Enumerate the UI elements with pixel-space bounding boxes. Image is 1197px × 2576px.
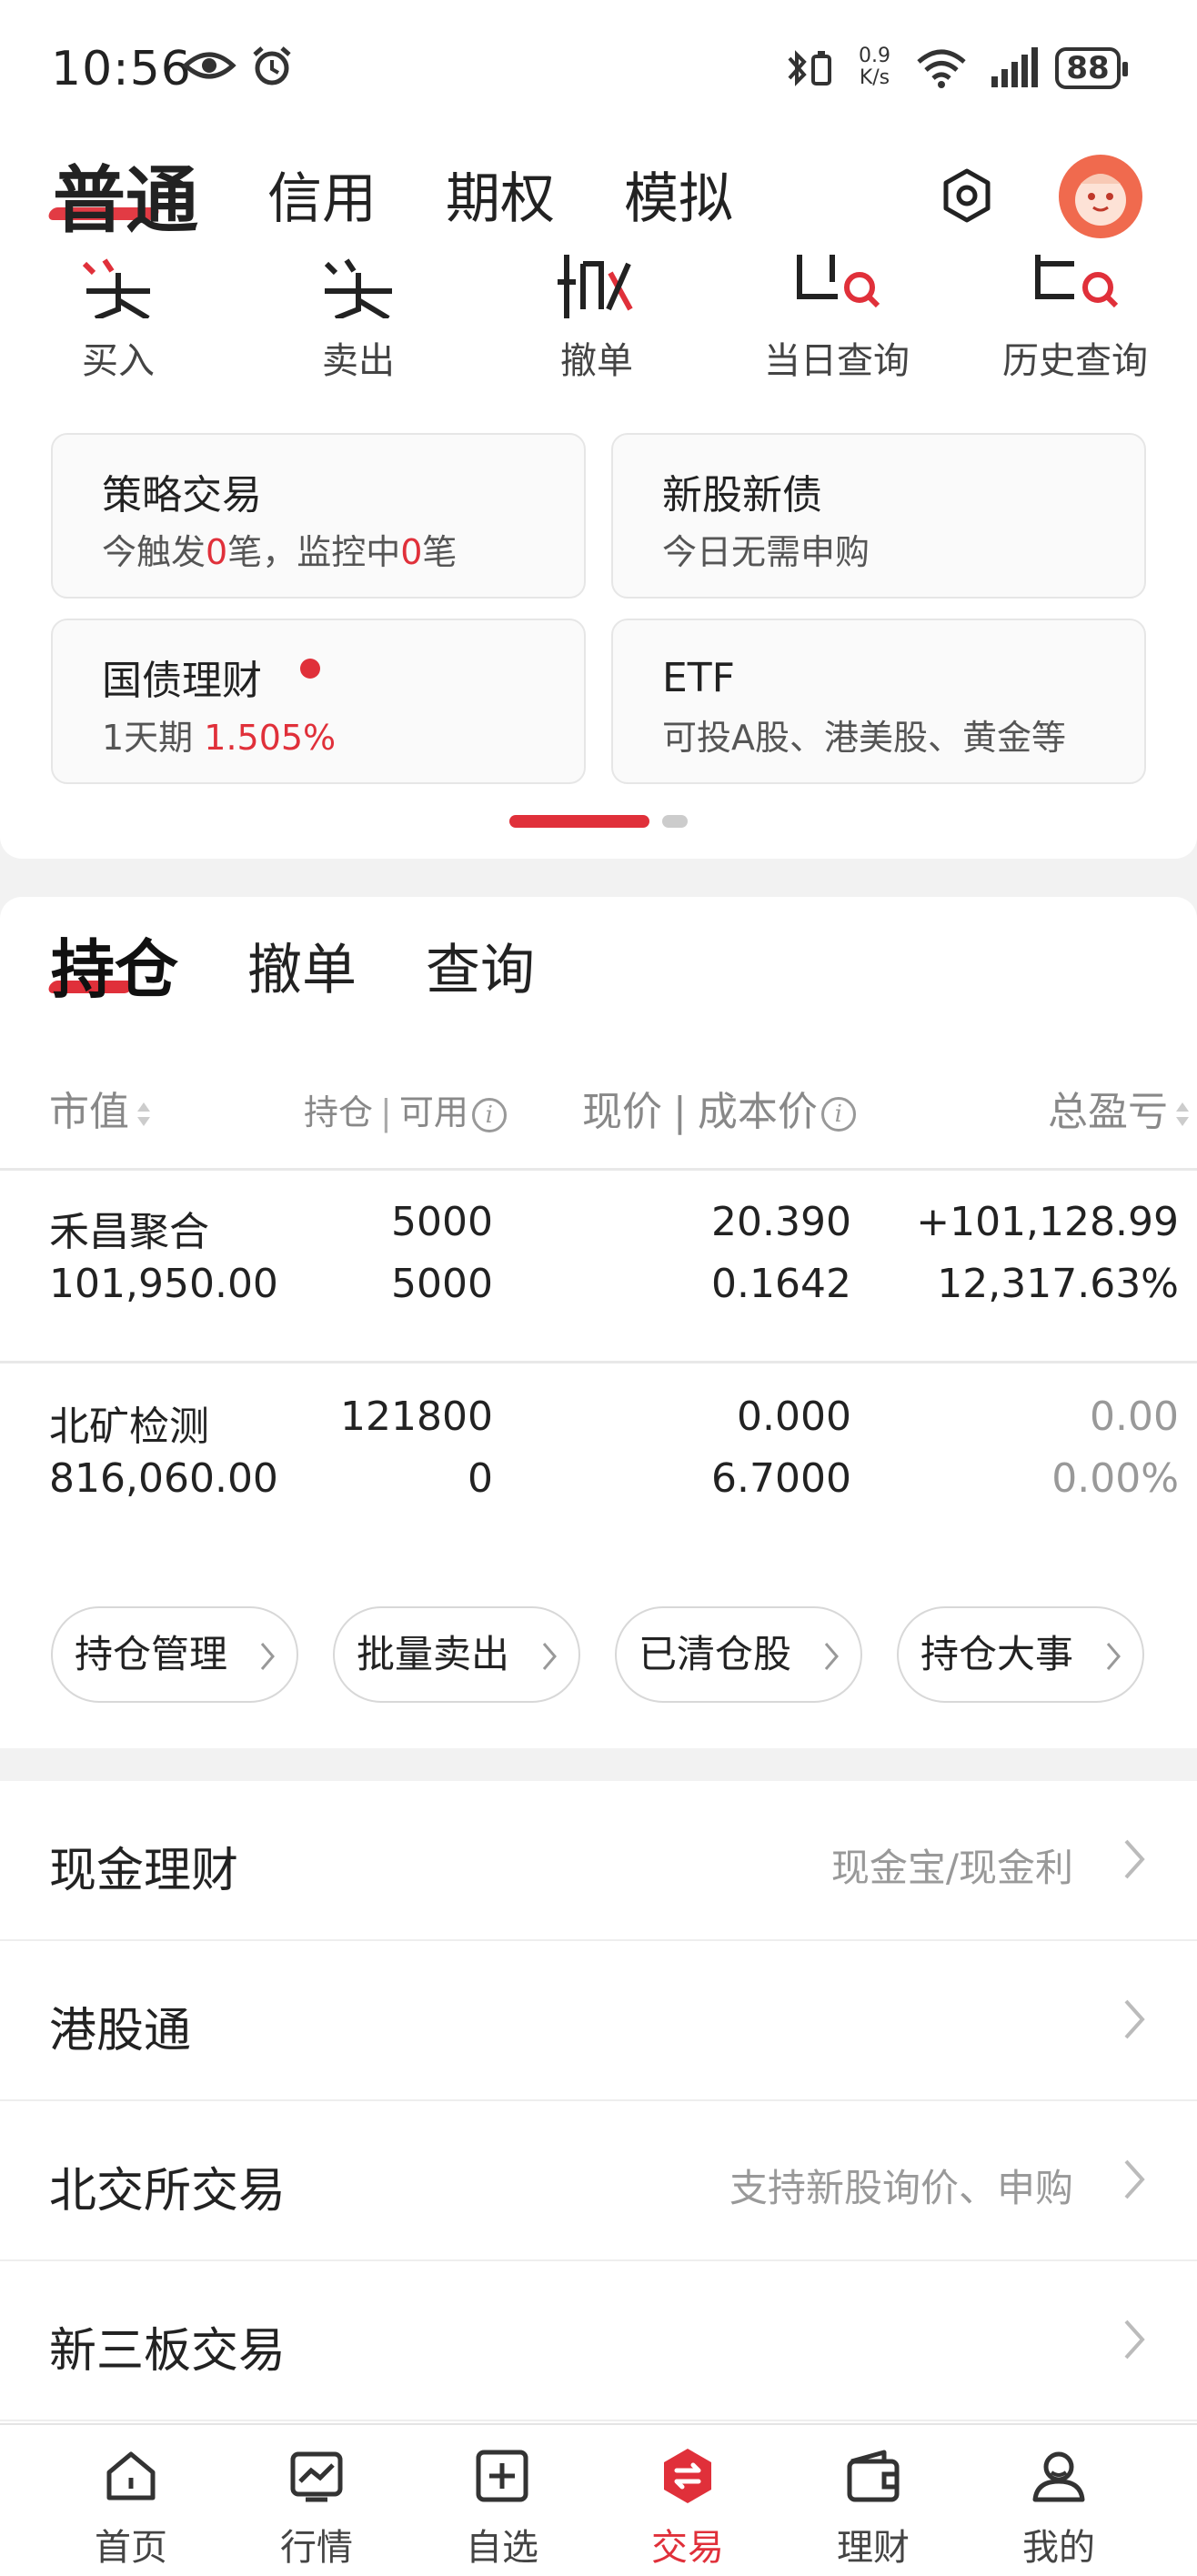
net-speed: 0.9 K/s: [859, 45, 890, 89]
info-icon[interactable]: i: [471, 1097, 507, 1132]
strategy-summary: 今触发0笔，监控中0笔: [102, 532, 458, 572]
wifi-icon: [917, 49, 966, 88]
quick-action-sell[interactable]: 卖出: [267, 255, 449, 384]
status-time: 10:56: [51, 42, 192, 96]
chevron-right-icon: [260, 1643, 275, 1670]
tab-moni[interactable]: 模拟: [624, 155, 733, 234]
info-icon[interactable]: i: [820, 1097, 856, 1132]
eye-icon: [182, 52, 236, 79]
list-item-hk-connect[interactable]: 港股通: [0, 1941, 1197, 2101]
cleared-stocks-button[interactable]: 已清仓股: [615, 1606, 862, 1703]
profile-icon: [1032, 2451, 1085, 2502]
list-item-neeq-trading[interactable]: 新三板交易: [0, 2261, 1197, 2421]
card-ipo-bonds[interactable]: 新股新债 今日无需申购: [611, 433, 1146, 599]
tab-query[interactable]: 查询: [426, 926, 535, 1005]
position-management-button[interactable]: 持仓管理: [51, 1606, 298, 1703]
pager-dot-active: [509, 815, 649, 828]
market-icon: [290, 2451, 343, 2502]
col-market-value[interactable]: 市值: [49, 1079, 153, 1137]
position-events-button[interactable]: 持仓大事: [897, 1606, 1144, 1703]
chevron-right-icon: [1106, 1643, 1121, 1670]
pager-dot: [662, 815, 688, 828]
buy-icon: [27, 255, 209, 318]
card-etf[interactable]: ETF 可投A股、港美股、黄金等: [611, 619, 1146, 784]
tab-xinyong[interactable]: 信用: [267, 155, 377, 234]
quick-action-cancel[interactable]: 撤单: [506, 255, 688, 384]
chevron-right-icon: [542, 1643, 557, 1670]
tab-cancel-orders[interactable]: 撤单: [247, 926, 357, 1005]
col-holding-available: 持仓 | 可用 i: [304, 1084, 507, 1134]
bottom-nav: 首页 行情 自选 交易 理财 我的: [0, 2423, 1197, 2576]
card-strategy-trading[interactable]: 策略交易 今触发0笔，监控中0笔: [51, 433, 586, 599]
table-row[interactable]: 北矿检测 816,060.00 121800 0 0.000 6.7000 0.…: [0, 1364, 1197, 1554]
sort-icon: [137, 1102, 150, 1126]
nav-home[interactable]: 首页: [40, 2425, 222, 2576]
nav-wealth[interactable]: 理财: [782, 2425, 964, 2576]
nav-market[interactable]: 行情: [226, 2425, 407, 2576]
quick-action-buy[interactable]: 买入: [27, 255, 209, 384]
battery-indicator: 88: [1055, 47, 1128, 89]
settings-icon[interactable]: [937, 166, 997, 226]
alarm-icon: [253, 46, 291, 86]
service-list: 现金理财 现金宝/现金利 港股通 北交所交易 支持新股询价、申购 新三板交易: [0, 1781, 1197, 2423]
table-row[interactable]: 禾昌聚合 101,950.00 5000 5000 20.390 0.1642 …: [0, 1170, 1197, 1359]
tab-qiquan[interactable]: 期权: [446, 155, 555, 234]
bluetooth-battery-icon: [788, 50, 831, 86]
tab-putong[interactable]: 普通: [53, 142, 198, 247]
home-icon: [106, 2451, 156, 2501]
nav-profile[interactable]: 我的: [968, 2425, 1150, 2576]
signal-icon: [991, 47, 1038, 87]
quick-action-history-query[interactable]: 历史查询: [984, 255, 1166, 384]
account-type-header: 普通 信用 期权 模拟: [0, 136, 1197, 255]
chevron-right-icon: [1124, 1839, 1145, 1879]
quick-actions: 买入 卖出 撤单 当日查询 历史查询: [0, 255, 1197, 400]
col-price-cost: 现价 | 成本价 i: [582, 1079, 856, 1137]
sort-icon: [1176, 1102, 1189, 1126]
watchlist-icon: [476, 2450, 528, 2502]
list-item-bse-trading[interactable]: 北交所交易 支持新股询价、申购: [0, 2101, 1197, 2261]
trade-icon: [664, 2449, 711, 2503]
avatar-icon: [1075, 174, 1126, 226]
sell-icon: [267, 255, 449, 318]
divider: [0, 1361, 1197, 1363]
history-query-icon: [984, 255, 1166, 318]
status-bar: 10:56 0.9 K/s 88: [0, 0, 1197, 136]
nav-watchlist[interactable]: 自选: [411, 2425, 593, 2576]
positions-panel: 持仓 撤单 查询 市值 持仓 | 可用 i 现价 | 成本价 i 总盈亏 禾昌聚合 101,…: [0, 897, 1197, 1748]
avatar[interactable]: [1059, 155, 1142, 238]
nav-trade[interactable]: 交易: [597, 2425, 779, 2576]
chevron-right-icon: [1124, 2159, 1145, 2199]
feature-cards: 策略交易 今触发0笔，监控中0笔 新股新债 今日无需申购 国债理财 1天期 1.…: [0, 400, 1197, 859]
list-item-cash-management[interactable]: 现金理财 现金宝/现金利: [0, 1781, 1197, 1941]
chevron-right-icon: [824, 1643, 839, 1670]
tab-positions[interactable]: 持仓: [51, 919, 178, 1011]
cancel-order-icon: [506, 255, 688, 318]
quick-action-today-query[interactable]: 当日查询: [746, 255, 928, 384]
wallet-icon: [847, 2450, 900, 2502]
chevron-right-icon: [1124, 1999, 1145, 2039]
chevron-right-icon: [1124, 2319, 1145, 2360]
notification-dot: [300, 659, 320, 679]
card-treasury-finance[interactable]: 国债理财 1天期 1.505%: [51, 619, 586, 784]
col-total-pnl[interactable]: 总盈亏: [1048, 1079, 1192, 1137]
today-query-icon: [746, 255, 928, 318]
batch-sell-button[interactable]: 批量卖出: [333, 1606, 580, 1703]
